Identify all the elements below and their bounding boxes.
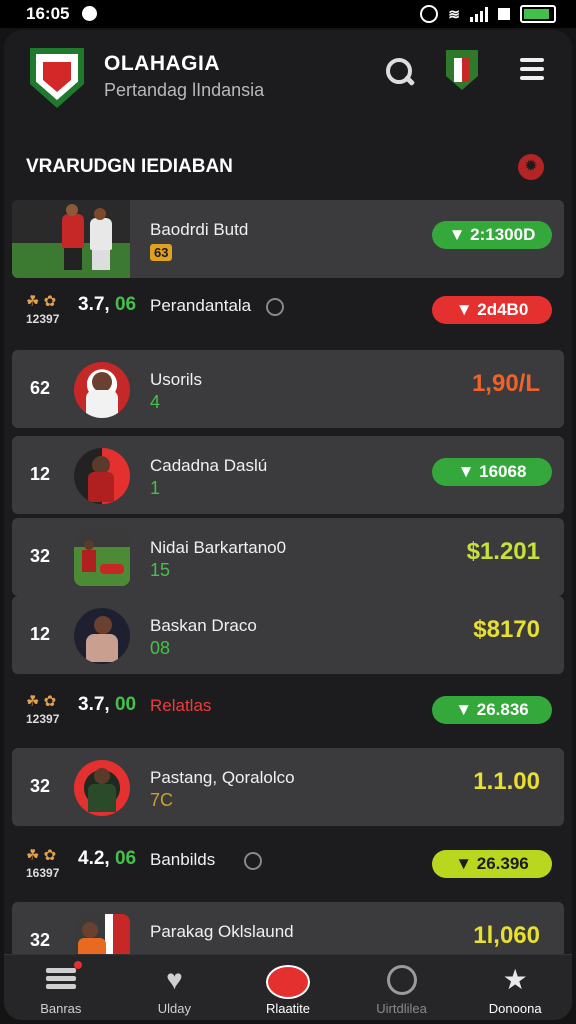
notification-icon xyxy=(82,6,97,21)
group-row[interactable]: ☘ ✿ 12397 3.7, 00 Relatlas ▼ 26.836 xyxy=(12,686,564,736)
nav-label: Uirtdlilea xyxy=(376,1001,427,1016)
group-code: 12397 xyxy=(26,312,60,326)
nav-item-ulday[interactable]: ♥ Ulday xyxy=(118,955,232,1020)
trophy-icon: ★ xyxy=(502,964,528,995)
group-icons: ☘ ✿ xyxy=(26,293,57,310)
player-name: Baskan Draco xyxy=(150,616,257,635)
nav-label: Ulday xyxy=(157,1001,192,1016)
featured-name: Baodrdi Butd xyxy=(150,220,249,239)
featured-badge: 63 xyxy=(150,244,173,261)
nav-label: Donoona xyxy=(488,1001,542,1016)
search-icon[interactable] xyxy=(384,56,416,88)
list-icon xyxy=(45,961,82,995)
wifi-icon: ≋ xyxy=(448,5,460,22)
player-value: 1,90/L xyxy=(471,370,540,397)
player-avatar xyxy=(74,448,130,504)
app-container: OLAHAGIA Pertandag lIndansia VRARUDGN IE… xyxy=(4,30,572,1020)
player-card[interactable]: 12 Cadadna Daslú 1 ▼ 16068 xyxy=(12,436,564,514)
player-odds-pill[interactable]: ▼ 16068 xyxy=(432,458,552,486)
group-odds-pill[interactable]: ▼ 26.836 xyxy=(432,696,552,724)
player-name: Cadadna Daslú xyxy=(150,456,268,475)
group-odds-pill[interactable]: ▼ 26.396 xyxy=(432,850,552,878)
battery-icon xyxy=(520,5,556,23)
nav-item-donoona[interactable]: ★ Donoona xyxy=(458,955,572,1020)
group-icons: ☘ ✿ xyxy=(26,693,57,710)
group-label: Perandantala xyxy=(150,296,252,315)
featured-odds-pill[interactable]: ▼ 2:1300D xyxy=(432,221,552,249)
group-label: Banbilds xyxy=(150,850,216,869)
player-name: Nidai Barkartano0 xyxy=(150,538,287,557)
player-name: Usorils xyxy=(150,370,202,389)
group-code: 16397 xyxy=(26,866,60,880)
player-avatar xyxy=(74,608,130,664)
player-rank: 12 xyxy=(30,464,51,484)
player-card[interactable]: 62 Usorils 4 1,90/L xyxy=(12,350,564,428)
player-number: 4 xyxy=(150,392,161,412)
player-value: $1.201 xyxy=(466,538,540,565)
heart-check-icon: ♥ xyxy=(166,964,183,995)
app-title: OLAHAGIA xyxy=(104,52,220,75)
app-header: OLAHAGIA Pertandag lIndansia xyxy=(4,30,572,150)
player-card[interactable]: 12 Baskan Draco 08 $8170 xyxy=(12,596,564,674)
nav-item-rlaatite[interactable]: Rlaatite xyxy=(231,955,345,1020)
ball-icon[interactable]: ✹ xyxy=(518,154,544,180)
player-value: 1.1.00 xyxy=(473,768,540,795)
group-score: 3.7, 06 xyxy=(78,294,137,315)
group-odds-pill[interactable]: ▼ 2d4B0 xyxy=(432,296,552,324)
featured-match-card[interactable]: Baodrdi Butd 63 ▼ 2:1300D xyxy=(12,200,564,278)
player-number: 1 xyxy=(150,478,161,498)
player-name: Parakag Oklslaund xyxy=(150,922,294,941)
group-icons: ☘ ✿ xyxy=(26,847,57,864)
player-card[interactable]: 32 Nidai Barkartano0 15 $1.201 xyxy=(12,518,564,596)
nav-item-uirtdlilea[interactable]: Uirtdlilea xyxy=(345,955,459,1020)
player-number: 7C xyxy=(150,790,174,810)
bottom-nav: Banras ♥ Ulday Rlaatite Uirtdlilea ★ Don… xyxy=(4,954,572,1020)
player-value: 1l,060 xyxy=(473,922,540,949)
menu-icon[interactable] xyxy=(520,58,544,82)
group-score: 4.2, 06 xyxy=(78,848,137,869)
group-row[interactable]: ☘ ✿ 12397 3.7, 06 Perandantala ▼ 2d4B0 xyxy=(12,286,564,336)
player-number: 15 xyxy=(150,560,171,580)
group-code: 12397 xyxy=(26,712,60,726)
group-label: Relatlas xyxy=(150,696,212,715)
player-value: $8170 xyxy=(473,616,540,643)
player-card[interactable]: 32 Pastang, Qoralolco 7C 1.1.00 xyxy=(12,748,564,826)
player-name: Pastang, Qoralolco xyxy=(150,768,295,787)
app-subtitle: Pertandag lIndansia xyxy=(104,80,265,100)
nav-label: Banras xyxy=(40,1001,82,1016)
square-icon xyxy=(498,8,510,20)
player-rank: 12 xyxy=(30,624,51,644)
clock-icon xyxy=(386,965,417,995)
player-avatar xyxy=(74,362,130,418)
player-rank: 32 xyxy=(30,930,51,950)
player-avatar xyxy=(74,530,130,586)
nav-item-banras[interactable]: Banras xyxy=(4,955,118,1020)
alarm-icon xyxy=(420,5,439,23)
flag-badge-icon[interactable] xyxy=(446,50,478,90)
player-rank: 32 xyxy=(30,776,51,796)
ball-icon xyxy=(265,965,310,999)
group-score: 3.7, 00 xyxy=(78,694,137,715)
section-title: VRARUDGN IEDIABAN xyxy=(26,156,233,177)
player-avatar xyxy=(74,760,130,816)
signal-icon xyxy=(470,6,488,22)
group-row[interactable]: ☘ ✿ 16397 4.2, 06 Banbilds ▼ 26.396 xyxy=(12,840,564,890)
nav-label: Rlaatite xyxy=(265,1001,311,1016)
club-logo-icon xyxy=(30,48,84,108)
info-icon[interactable] xyxy=(244,852,262,870)
player-rank: 62 xyxy=(30,378,51,398)
player-number: 08 xyxy=(150,638,171,658)
status-time: 16:05 xyxy=(26,4,70,23)
player-rank: 32 xyxy=(30,546,51,566)
info-icon[interactable] xyxy=(266,298,284,316)
match-photo xyxy=(12,200,130,278)
status-bar: 16:05 ≋ xyxy=(0,0,576,28)
